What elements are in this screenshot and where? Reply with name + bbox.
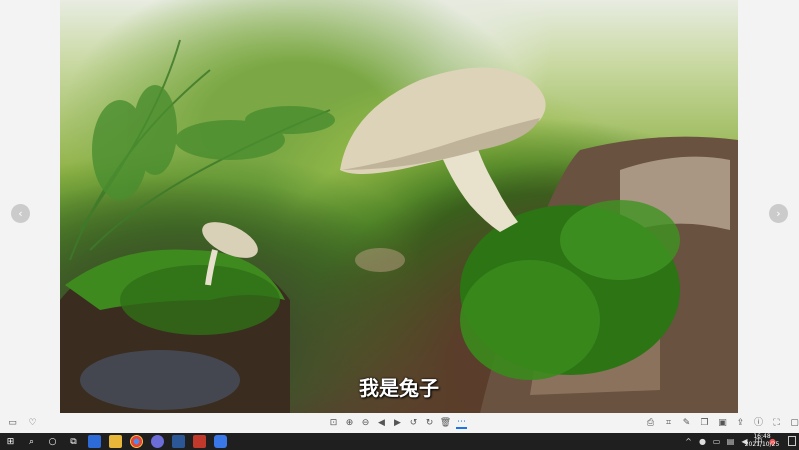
heart-icon[interactable]: ♡ [27,418,38,429]
toolbar-right-group: ⎙ ⌗ ✎ ❐ ▣ ⇪ ⓘ ⛶ ▢ ⚙ [645,418,799,429]
cortana-icon[interactable]: ○ [46,435,59,448]
chevron-right-icon: › [776,207,781,220]
clock-time: 16:48 [753,433,771,440]
info-icon[interactable]: ⓘ [753,418,764,429]
save-icon[interactable]: ▣ [717,418,728,429]
battery-icon[interactable]: ▭ [712,435,721,447]
windows-taskbar: ⊞ ⌕ ○ ⧉ ^ ● ▭ ▤ ◀ 中 ● 16:48 2021/10/25 [0,433,799,450]
viewer-toolbar: ▭ ♡ ⊡ ⊕ ⊖ ◀ ▶ ↺ ↻ 🗑 ⋯ ⎙ ⌗ ✎ ❐ ▣ ⇪ ⓘ ⛶ ▢ … [0,416,799,433]
copy-icon[interactable]: ❐ [699,418,710,429]
taskbar-clock[interactable]: 16:48 2021/10/25 [742,433,782,449]
fullscreen-icon[interactable]: ⛶ [771,418,782,429]
search-icon[interactable]: ⌕ [25,435,38,448]
fit-icon[interactable]: ⊡ [328,418,339,429]
toolbar-left-group: ▭ ♡ [7,418,38,429]
zoom-in-icon[interactable]: ⊕ [344,418,355,429]
next-icon[interactable]: ▶ [392,418,403,429]
chrome-icon[interactable] [130,435,143,448]
obs-icon[interactable] [151,435,164,448]
start-icon[interactable]: ⊞ [4,435,17,448]
mic-icon[interactable]: ● [698,435,707,447]
rotate-left-icon[interactable]: ↺ [408,418,419,429]
more-icon[interactable]: ⋯ [456,417,467,429]
app-red-icon[interactable] [193,435,206,448]
notification-icon[interactable] [788,436,796,446]
photo-viewer: 我是兔子 ‹ › [0,0,799,416]
mushroom-scene [60,39,738,413]
file-explorer-icon[interactable] [109,435,122,448]
edit-icon[interactable]: ✎ [681,418,692,429]
window-icon[interactable]: ▢ [789,418,799,429]
bookmark-app-icon[interactable] [88,435,101,448]
delete-icon[interactable]: 🗑 [440,418,451,429]
video-subtitle: 我是兔子 [359,376,439,400]
photo: 我是兔子 [60,0,738,413]
task-view-icon[interactable]: ⧉ [67,435,80,448]
toolbar-center-group: ⊡ ⊕ ⊖ ◀ ▶ ↺ ↻ 🗑 ⋯ [328,417,467,429]
previous-icon[interactable]: ◀ [376,418,387,429]
folder-icon[interactable]: ▭ [7,418,18,429]
crop-icon[interactable]: ⌗ [663,418,674,429]
print-icon[interactable]: ⎙ [645,418,656,429]
previous-image-button[interactable]: ‹ [11,204,30,223]
network-icon[interactable]: ▤ [726,435,735,447]
rotate-right-icon[interactable]: ↻ [424,418,435,429]
zoom-out-icon[interactable]: ⊖ [360,418,371,429]
word-icon[interactable] [172,435,185,448]
next-image-button[interactable]: › [769,204,788,223]
clock-date: 2021/10/25 [744,441,780,448]
chevron-up-icon[interactable]: ^ [684,435,693,447]
taskbar-left: ⊞ ⌕ ○ ⧉ [4,435,227,448]
chevron-left-icon: ‹ [18,207,23,220]
share-icon[interactable]: ⇪ [735,418,746,429]
app-blue-icon[interactable] [214,435,227,448]
